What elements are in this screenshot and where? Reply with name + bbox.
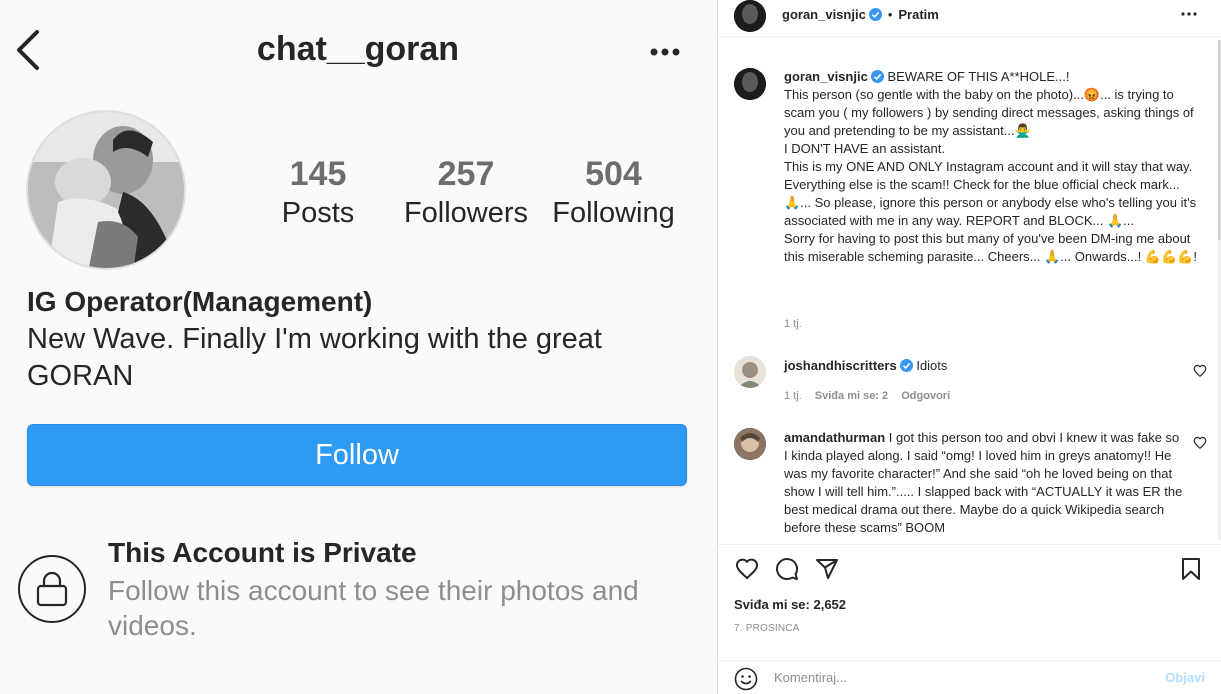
share-plane-icon[interactable]	[814, 556, 840, 582]
profile-handle: chat__goran	[256, 30, 460, 68]
comment-1: joshandhiscritters Idiots	[784, 357, 1184, 375]
comment-input[interactable]	[774, 670, 1144, 685]
follow-button[interactable]: Follow	[27, 424, 687, 486]
bio-name: IG Operator(Management)	[27, 286, 373, 317]
post-more-dots-icon[interactable]	[1177, 4, 1201, 24]
verified-badge-icon	[868, 7, 882, 21]
author-avatar[interactable]	[734, 0, 766, 32]
stat-posts[interactable]: 145 Posts	[258, 155, 378, 231]
comment-like-heart-icon[interactable]	[1193, 436, 1207, 450]
post-comment-button[interactable]: Objavi	[1165, 670, 1205, 685]
header-divider	[718, 36, 1221, 37]
stat-followers[interactable]: 257 Followers	[396, 155, 536, 231]
comment-composer: Objavi	[718, 660, 1221, 694]
author-username[interactable]: goran_visnjic	[782, 7, 866, 22]
comment-2: amandathurman I got this person too and …	[784, 429, 1184, 537]
post-actions	[718, 548, 1221, 588]
stat-posts-label: Posts	[281, 197, 355, 229]
comment-1-username[interactable]: joshandhiscritters	[784, 358, 897, 373]
comment-2-username[interactable]: amandathurman	[784, 430, 885, 445]
caption-line-5: Sorry for having to post this but many o…	[784, 231, 1197, 264]
comment-avatar[interactable]	[734, 356, 766, 388]
emoji-icon[interactable]	[734, 667, 758, 691]
caption-line-3: I DON'T HAVE an assistant.	[784, 141, 945, 156]
caption-line-4: This is my ONE AND ONLY Instagram accoun…	[784, 159, 1197, 228]
lock-icon	[18, 555, 86, 623]
post-caption: goran_visnjic BEWARE OF THIS A**HOLE...!…	[784, 68, 1204, 266]
likes-count[interactable]: Sviđa mi se: 2,652	[734, 597, 846, 612]
post-panel: goran_visnjic • Pratim goran_visnjic BEW…	[717, 0, 1221, 694]
private-title: This Account is Private	[108, 537, 417, 568]
stat-followers-count: 257	[437, 155, 495, 193]
profile-screenshot: chat__goran 145 Posts 257 Followers 504 …	[0, 0, 716, 694]
stat-followers-label: Followers	[403, 197, 529, 229]
profile-avatar[interactable]	[26, 110, 186, 270]
bio-text: New Wave. Finally I'm working with the g…	[27, 323, 602, 392]
comment-1-likes[interactable]: Sviđa mi se: 2	[815, 390, 888, 402]
comment-like-heart-icon[interactable]	[1193, 364, 1207, 378]
comment-1-reply-button[interactable]: Odgovori	[901, 390, 950, 402]
separator-dot: •	[887, 6, 893, 22]
following-state-button[interactable]: Pratim	[898, 7, 938, 22]
back-chevron-icon[interactable]	[8, 26, 48, 74]
actions-divider	[718, 544, 1221, 545]
caption-timestamp[interactable]: 1 tj.	[784, 318, 802, 330]
post-date[interactable]: 7. PROSINCA	[734, 623, 800, 634]
stat-posts-count: 145	[289, 155, 347, 193]
like-heart-icon[interactable]	[734, 556, 760, 582]
verified-badge-icon	[870, 70, 884, 83]
comment-bubble-icon[interactable]	[774, 556, 800, 582]
bookmark-icon[interactable]	[1178, 556, 1204, 582]
post-header: goran_visnjic • Pratim	[782, 5, 939, 23]
comment-2-text: I got this person too and obvi I knew it…	[784, 430, 1183, 535]
private-subtitle: Follow this account to see their photos …	[108, 575, 639, 641]
verified-badge-icon	[899, 359, 913, 372]
comment-avatar[interactable]	[734, 428, 766, 460]
stat-following-label: Following	[552, 197, 675, 229]
stat-following-count: 504	[585, 155, 642, 193]
caption-avatar[interactable]	[734, 68, 766, 100]
caption-username[interactable]: goran_visnjic	[784, 69, 868, 84]
comment-1-meta: 1 tj. Sviđa mi se: 2 Odgovori	[784, 390, 960, 402]
stat-following[interactable]: 504 Following	[546, 155, 681, 231]
more-dots-icon[interactable]	[645, 38, 685, 66]
comment-1-time[interactable]: 1 tj.	[784, 390, 802, 402]
caption-line-2: This person (so gentle with the baby on …	[784, 87, 1194, 138]
comment-1-text: Idiots	[916, 358, 948, 373]
caption-line-1: BEWARE OF THIS A**HOLE...!	[887, 69, 1070, 84]
